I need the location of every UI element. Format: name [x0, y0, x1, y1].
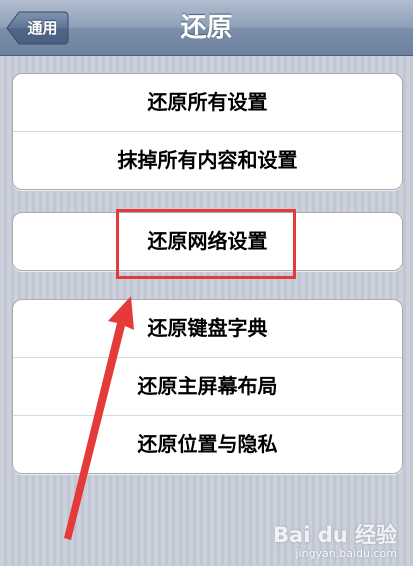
watermark-logo: Bai du 经验	[273, 523, 397, 547]
annotation-arrow-icon	[64, 296, 134, 540]
baidu-jingyan-watermark: Bai du 经验 jingyan.baidu.com	[273, 519, 397, 560]
